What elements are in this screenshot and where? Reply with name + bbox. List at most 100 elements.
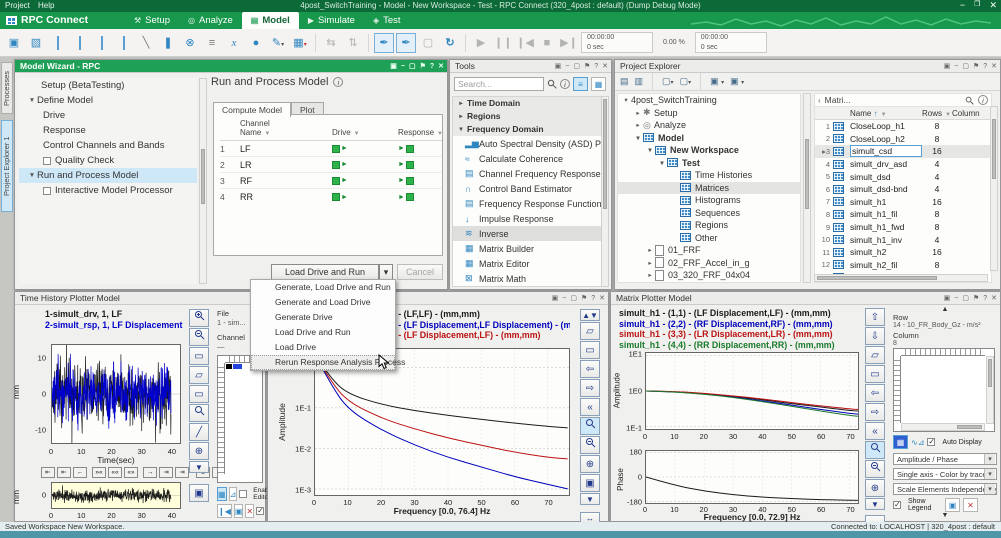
box-select-icon[interactable]: ▱: [865, 346, 885, 364]
matrix-row[interactable]: 10simult_h1_inv4: [815, 233, 991, 246]
tree-item-04-frm[interactable]: ▸04_Frm329: [618, 282, 800, 284]
tool-asd[interactable]: ▂▅Auto Spectral Density (ASD) Pr...: [453, 136, 602, 151]
matrix-row[interactable]: 12simult_h2_fil8: [815, 259, 991, 272]
matrix-plotter-title[interactable]: Matrix Plotter Model ▣−▢⚑?✕: [611, 292, 1000, 305]
filter-icon[interactable]: ▼: [354, 131, 360, 137]
tool-inverse[interactable]: ≋Inverse: [453, 226, 602, 241]
tab-setup[interactable]: ⚒Setup: [125, 12, 179, 29]
window-layout-icon[interactable]: ▣ ▾: [710, 76, 724, 87]
new-folder-icon[interactable]: ▤: [620, 76, 629, 87]
popout-icon[interactable]: ▣: [944, 60, 951, 73]
tool-control-band[interactable]: ∩Control Band Estimator: [453, 181, 602, 196]
tool-matrix-math[interactable]: ⊠Matrix Math: [453, 271, 602, 286]
snapshot-icon[interactable]: ▣: [580, 474, 600, 492]
show-legend-checkbox[interactable]: [893, 501, 901, 509]
tree-item-03-frf[interactable]: ▸03_320_FRF_04x04: [618, 269, 800, 282]
minimize-panel-icon[interactable]: −: [954, 292, 958, 305]
zoom-out-x-icon[interactable]: «»: [124, 467, 138, 478]
minimize-panel-icon[interactable]: −: [562, 292, 566, 305]
filter-icon[interactable]: ▼: [881, 112, 887, 118]
chevron-down-icon[interactable]: ▼: [27, 172, 37, 179]
tree-item-02-frf[interactable]: ▸02_FRF_Accel_in_g: [618, 257, 800, 270]
maximize-panel-icon[interactable]: ▢: [962, 60, 969, 73]
probe-icon[interactable]: ✎▾: [268, 33, 288, 53]
jump-end-icon[interactable]: ⇥: [175, 467, 189, 478]
scroll-down-icon[interactable]: ▼: [893, 512, 997, 519]
step-right-icon[interactable]: →: [143, 467, 157, 478]
snapshot-icon[interactable]: ▣: [189, 484, 209, 502]
more-tools-icon[interactable]: ▼: [865, 498, 885, 510]
import-item-icon[interactable]: ▢▾: [680, 76, 692, 87]
matrix-row[interactable]: 6simult_dsd-bnd4: [815, 183, 991, 196]
matrix-row[interactable]: ▸3simult_csd16: [815, 145, 991, 158]
open-icon[interactable]: ▧: [26, 33, 46, 53]
box-select-icon[interactable]: ▭: [189, 347, 209, 365]
grid-display-icon[interactable]: ▦: [893, 435, 908, 449]
clear-icon[interactable]: ⊗: [180, 33, 200, 53]
step-left-icon[interactable]: ←: [73, 467, 87, 478]
grid-hscroll[interactable]: [901, 423, 985, 431]
grid-mode-icon[interactable]: ▦: [217, 487, 227, 501]
tree-item-setup[interactable]: ▸✱Setup: [618, 107, 800, 120]
model-wizard-title[interactable]: Model Wizard - RPC ▣−▢⚑?✕: [15, 60, 447, 73]
snapshot-icon[interactable]: ▣: [945, 498, 960, 512]
recenter-icon[interactable]: ⊕: [865, 479, 885, 497]
checkbox[interactable]: [43, 157, 51, 165]
tool-frf[interactable]: ▤Frequency Response Function: [453, 196, 602, 211]
tree-item-sequences[interactable]: Sequences: [618, 207, 800, 220]
matrix-row[interactable]: 7simult_h116: [815, 196, 991, 209]
collapse-icon[interactable]: ‹: [818, 96, 821, 105]
help-icon[interactable]: ?: [983, 60, 987, 73]
menu-item-generate-load[interactable]: Generate and Load Drive: [251, 295, 395, 310]
layout-full-icon[interactable]: [92, 33, 112, 53]
delete-icon[interactable]: ✕: [963, 498, 978, 512]
delete-icon[interactable]: ✕: [245, 504, 254, 518]
scroll-up-icon[interactable]: ▲: [893, 306, 997, 313]
element-grid[interactable]: [217, 355, 263, 483]
tree-item-other[interactable]: Other: [618, 232, 800, 245]
record-icon[interactable]: ●: [246, 33, 266, 53]
project-tree-scrollbar[interactable]: [803, 93, 811, 283]
search-icon[interactable]: [965, 96, 974, 105]
tool-coherence[interactable]: ≈Calculate Coherence: [453, 151, 602, 166]
close-panel-icon[interactable]: ✕: [599, 292, 605, 305]
info-icon[interactable]: i: [333, 77, 343, 87]
save-icon[interactable]: ▣: [4, 33, 24, 53]
tree-item-histograms[interactable]: Histograms: [618, 194, 800, 207]
column-header-column[interactable]: Column: [952, 109, 992, 118]
page-start-icon[interactable]: ⇤: [57, 467, 71, 478]
box-select-icon[interactable]: ▱: [580, 322, 600, 340]
time-history-title[interactable]: Time History Plotter Model: [15, 292, 265, 305]
search-icon[interactable]: [547, 79, 557, 89]
restore-button[interactable]: ❐: [974, 0, 980, 11]
close-panel-icon[interactable]: ✕: [438, 60, 444, 73]
layout-bottom-icon[interactable]: [70, 33, 90, 53]
maximize-panel-icon[interactable]: ▢: [573, 60, 580, 73]
matrix-row[interactable]: 2CloseLoop_h28: [815, 133, 991, 146]
tools-title[interactable]: Tools ▣−▢⚑?✕: [450, 60, 611, 73]
tool-impulse[interactable]: ↓Impulse Response: [453, 211, 602, 226]
wrench-tool-icon[interactable]: ╲: [136, 33, 156, 53]
col-left-icon[interactable]: ⇦: [865, 384, 885, 402]
menu-item-load-drive-run[interactable]: Load Drive and Run: [251, 325, 395, 340]
prev-icon[interactable]: ❙◀: [217, 504, 232, 518]
wizard-scrollbar[interactable]: [199, 78, 207, 284]
scale-mode-dropdown[interactable]: Scale Elements Independently: [893, 483, 997, 495]
plot-mode-icon[interactable]: ⊿: [229, 487, 238, 501]
layout-split-icon[interactable]: [114, 33, 134, 53]
open-folder-icon[interactable]: ▥: [635, 76, 644, 87]
matrix-selector-grid[interactable]: [893, 348, 995, 432]
wizard-item-setup[interactable]: Setup (BetaTesting): [19, 78, 197, 93]
popout-icon[interactable]: ▣: [944, 292, 951, 305]
pin-icon[interactable]: ⚑: [584, 60, 590, 73]
wizard-item-run-process[interactable]: ▼Run and Process Model: [19, 168, 197, 183]
table-row[interactable]: 1LF ► ►: [220, 141, 442, 157]
table-row[interactable]: 3RF ► ►: [220, 173, 442, 189]
tree-item-01-frf[interactable]: ▸01_FRF: [618, 244, 800, 257]
time-history-plot[interactable]: [51, 344, 181, 444]
overview-plot[interactable]: [51, 482, 181, 509]
matrix-row[interactable]: 4simult_drv_asd4: [815, 158, 991, 171]
load-drive-run-button[interactable]: Load Drive and Run: [271, 264, 379, 280]
jump-start-icon[interactable]: ⇤: [41, 467, 55, 478]
display-mode-dropdown[interactable]: Amplitude / Phase: [893, 453, 997, 465]
